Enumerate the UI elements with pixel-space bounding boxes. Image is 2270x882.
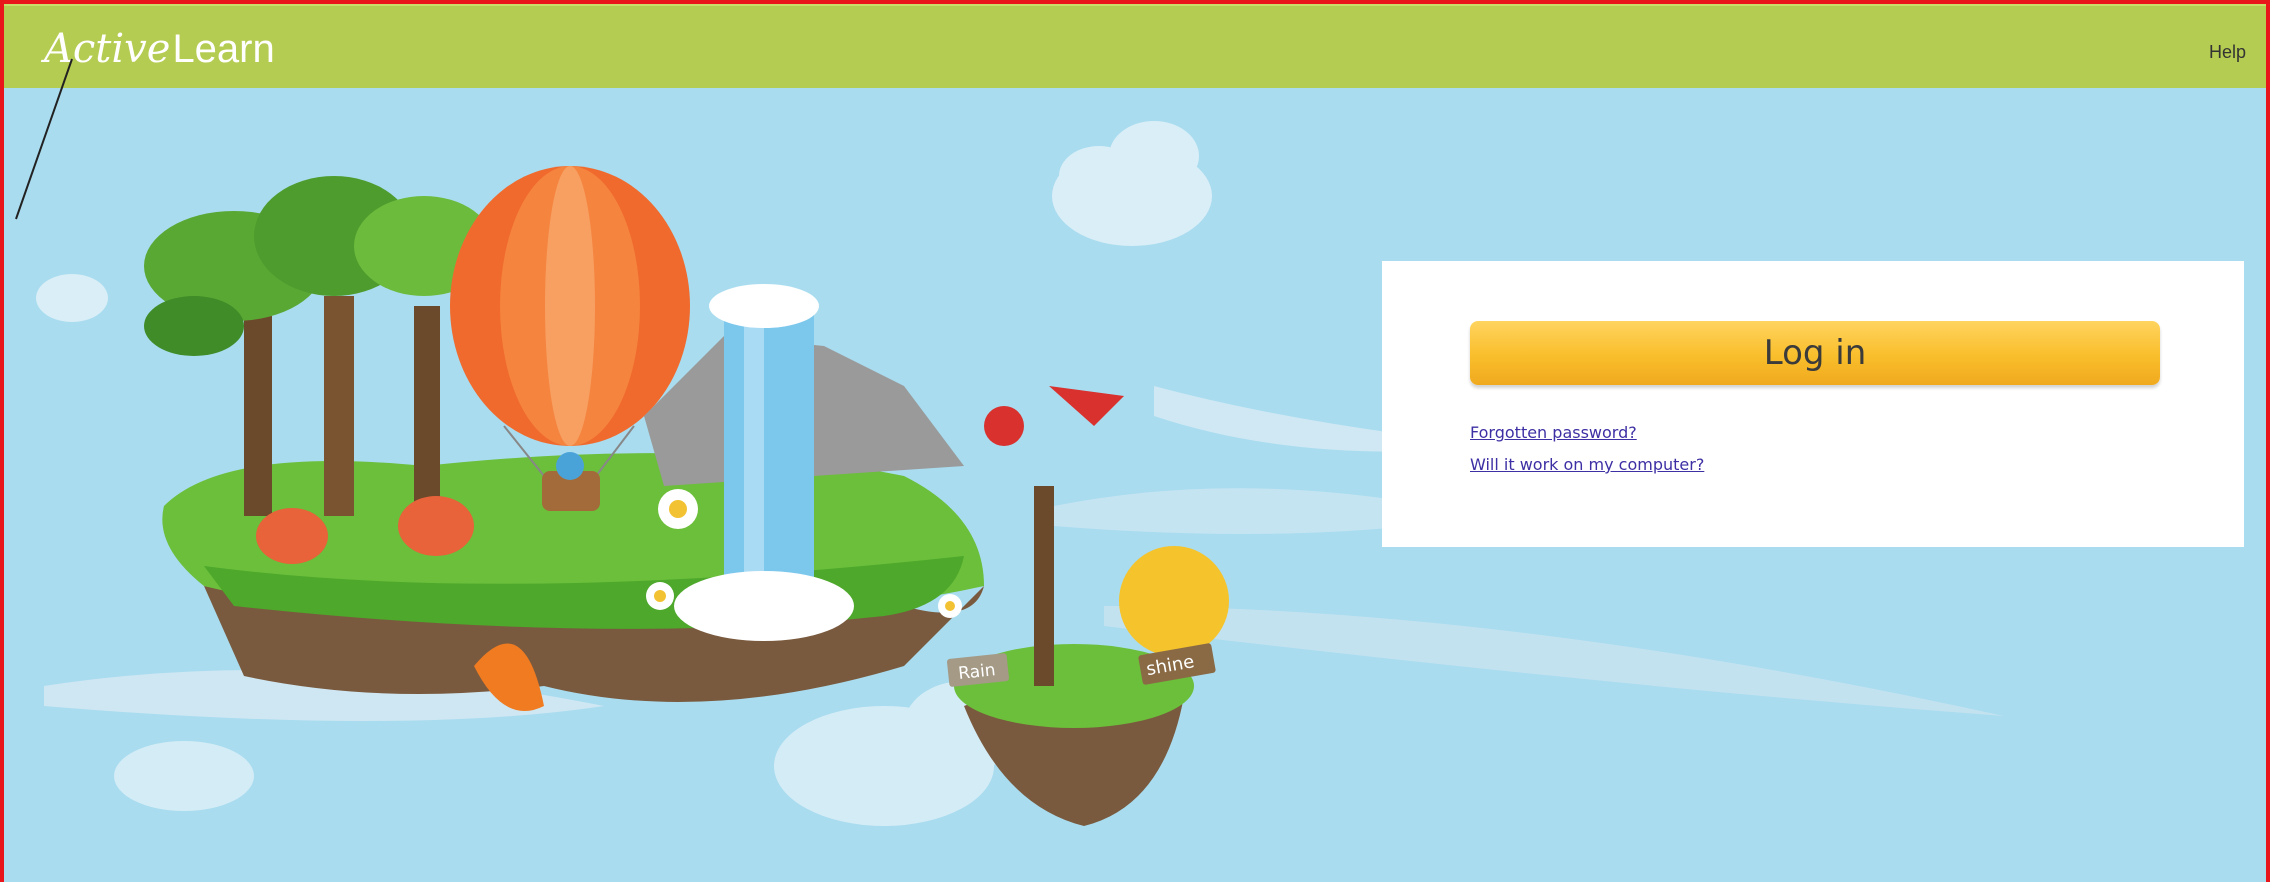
annotation-line	[15, 58, 73, 220]
page-frame: ActiveLearn Help Rain shine Log in Forgo…	[0, 0, 2270, 882]
computer-compatibility-link[interactable]: Will it work on my computer?	[1470, 455, 1704, 474]
top-header-bar: ActiveLearn Help	[4, 4, 2266, 88]
login-panel: Log in Forgotten password? Will it work …	[1382, 261, 2244, 547]
illustration-area: Rain shine Log in Forgotten password? Wi…	[4, 86, 2266, 882]
small-floating-island	[954, 386, 1229, 826]
rain-sign-text: Rain	[957, 660, 996, 684]
help-link[interactable]: Help	[2209, 42, 2246, 63]
forgot-password-link[interactable]: Forgotten password?	[1470, 423, 1637, 442]
logo-text-learn: Learn	[172, 27, 275, 71]
login-button[interactable]: Log in	[1470, 321, 2160, 385]
